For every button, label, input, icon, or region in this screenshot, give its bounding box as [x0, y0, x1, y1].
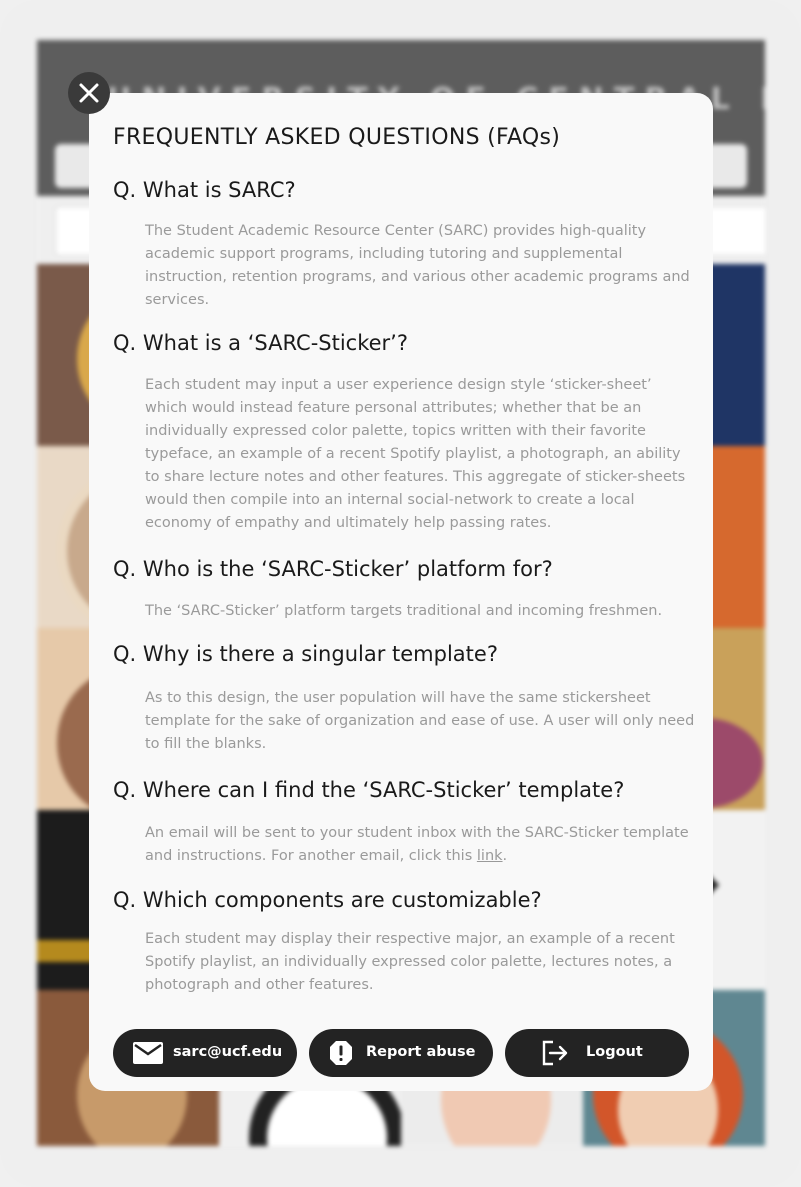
logout-button[interactable]: Logout [505, 1029, 689, 1077]
faq-question: Q. Which components are customizable? [113, 888, 542, 912]
email-button[interactable]: sarc@ucf.edu [113, 1029, 297, 1077]
faq-answer: Each student may display their respectiv… [145, 931, 675, 993]
faq-answer-text: An email will be sent to your student in… [145, 825, 689, 864]
faq-answer: The Student Academic Resource Center (SA… [145, 223, 690, 308]
close-icon [79, 83, 99, 103]
faq-answer: Each student may input a user experience… [145, 377, 686, 531]
faq-answer: The ‘SARC-Sticker’ platform targets trad… [145, 603, 663, 619]
email-resend-link[interactable]: link [477, 848, 503, 864]
faq-question: Q. Who is the ‘SARC-Sticker’ platform fo… [113, 557, 553, 581]
report-abuse-button[interactable]: Report abuse [309, 1029, 493, 1077]
faq-question: Q. What is SARC? [113, 178, 296, 202]
close-button[interactable] [68, 72, 110, 114]
device-frame: UNIVERSITY OF CENTRAL FLORIDA [0, 0, 801, 1187]
faq-question: Q. What is a ‘SARC-Sticker’? [113, 331, 409, 355]
logout-label: Logout [586, 1044, 643, 1060]
faq-modal: FREQUENTLY ASKED QUESTIONS (FAQs) Q. Wha… [89, 93, 713, 1091]
modal-title: FREQUENTLY ASKED QUESTIONS (FAQs) [113, 125, 561, 150]
faq-question: Q. Where can I find the ‘SARC-Sticker’ t… [113, 778, 625, 802]
faq-answer: As to this design, the user population w… [145, 690, 695, 752]
report-abuse-label: Report abuse [366, 1044, 476, 1060]
email-button-label: sarc@ucf.edu [173, 1044, 283, 1060]
faq-answer-tail: . [502, 848, 508, 864]
faq-question: Q. Why is there a singular template? [113, 642, 498, 666]
alert-icon [330, 1041, 352, 1065]
mail-icon [133, 1042, 163, 1064]
faq-answer: An email will be sent to your student in… [145, 822, 695, 868]
logout-icon [542, 1040, 568, 1066]
